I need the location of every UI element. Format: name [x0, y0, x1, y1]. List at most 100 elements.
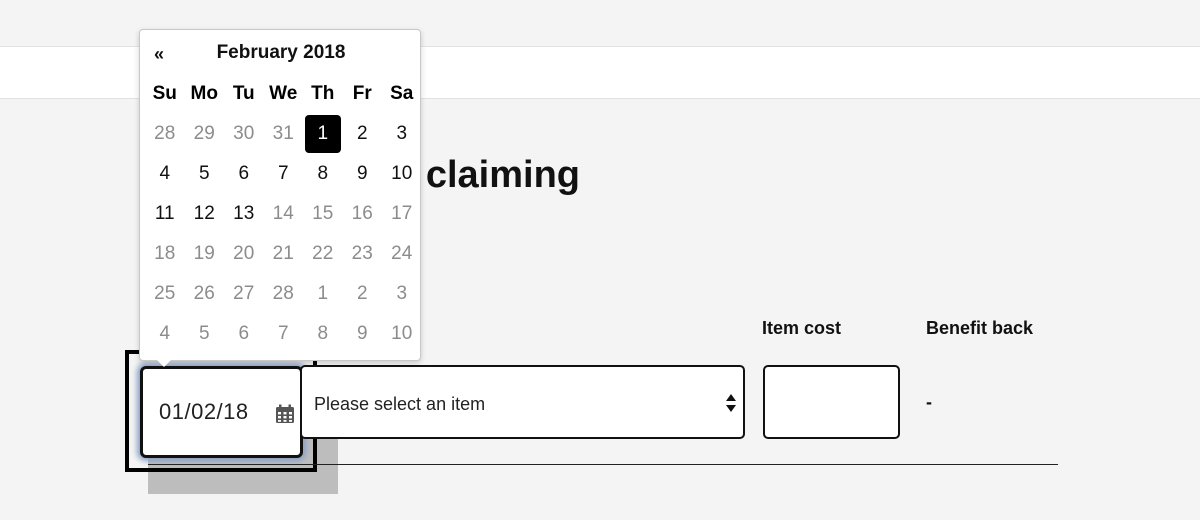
- calendar-day[interactable]: 9: [343, 154, 383, 194]
- calendar-day[interactable]: 7: [264, 314, 304, 354]
- calendar-day[interactable]: 19: [185, 234, 225, 274]
- calendar-day[interactable]: 20: [224, 234, 264, 274]
- calendar-day[interactable]: 13: [224, 194, 264, 234]
- benefit-back-header: Benefit back: [926, 318, 1034, 338]
- calendar-day[interactable]: 2: [343, 274, 383, 314]
- calendar-day-number: 3: [396, 283, 408, 304]
- week-row: 4 5 6 7 8 9 10: [145, 154, 422, 194]
- calendar-day[interactable]: 14: [264, 194, 304, 234]
- calendar-day[interactable]: 7: [264, 154, 304, 194]
- calendar-day[interactable]: 21: [264, 234, 304, 274]
- calendar-day[interactable]: 23: [343, 234, 383, 274]
- calendar-day-number: 8: [317, 163, 329, 184]
- calendar-day-number: 5: [198, 323, 210, 344]
- week-row: 11 12 13 14 15 16 17: [145, 194, 422, 234]
- weekday-label: Su: [152, 83, 177, 104]
- calendar-day-number: 1: [317, 283, 329, 304]
- calendar-day[interactable]: 15: [303, 194, 343, 234]
- calendar-day-number: 4: [159, 163, 171, 184]
- calendar-day-number: 22: [312, 243, 334, 264]
- calendar-day[interactable]: 31: [264, 114, 304, 154]
- weekday-header-row: Su Mo Tu We Th Fr Sa: [145, 74, 422, 114]
- calendar-day-number: 12: [193, 203, 215, 224]
- calendar-day[interactable]: 26: [185, 274, 225, 314]
- calendar-day[interactable]: 28: [264, 274, 304, 314]
- calendar-day[interactable]: 5: [185, 154, 225, 194]
- calendar-day-number: 6: [238, 323, 250, 344]
- calendar-day-number: 16: [351, 203, 373, 224]
- datepicker-pointer: [156, 359, 172, 367]
- date-input[interactable]: 01/02/18: [140, 366, 303, 458]
- calendar-day-number: 31: [272, 123, 294, 144]
- calendar-day-number: 28: [154, 123, 176, 144]
- weekday-label: Th: [311, 83, 335, 104]
- calendar-day[interactable]: 16: [343, 194, 383, 234]
- calendar-day-number: 23: [351, 243, 373, 264]
- calendar-day[interactable]: 5: [185, 314, 225, 354]
- calendar-day-number: 26: [193, 283, 215, 304]
- calendar-day[interactable]: 12: [185, 194, 225, 234]
- calendar-day-number: 20: [233, 243, 255, 264]
- calendar-day[interactable]: 10: [382, 154, 422, 194]
- calendar-day[interactable]: 8: [303, 314, 343, 354]
- calendar-day-number: 19: [193, 243, 215, 264]
- weekday-label: Mo: [190, 83, 218, 104]
- calendar-day[interactable]: 1: [303, 274, 343, 314]
- calendar-day[interactable]: 24: [382, 234, 422, 274]
- calendar-day-number: 27: [233, 283, 255, 304]
- calendar-day-number: 7: [277, 323, 289, 344]
- calendar-day-number: 21: [272, 243, 294, 264]
- calendar-day[interactable]: 29: [185, 114, 225, 154]
- calendar-day[interactable]: 30: [224, 114, 264, 154]
- calendar-day[interactable]: 10: [382, 314, 422, 354]
- calendar-day[interactable]: 18: [145, 234, 185, 274]
- benefit-back-value: -: [926, 392, 932, 412]
- calendar-day-number: 7: [277, 163, 289, 184]
- selected-day[interactable]: 1: [303, 114, 343, 154]
- calendar-day-number: 30: [233, 123, 255, 144]
- weekday-label: We: [269, 83, 298, 104]
- week-row: 4 5 6 7 8 9 10: [145, 314, 422, 354]
- week-row: 28 29 30 31 1 2 3: [145, 114, 422, 154]
- calendar-day-number: 3: [396, 123, 408, 144]
- calendar-day-number: 8: [317, 323, 329, 344]
- item-cost-input[interactable]: [763, 365, 900, 439]
- weekday-label: Tu: [232, 83, 255, 104]
- calendar-day[interactable]: 17: [382, 194, 422, 234]
- calendar-day-number: 11: [154, 203, 175, 224]
- sort-arrows-icon: [725, 391, 737, 415]
- weekday-label: Fr: [352, 83, 372, 104]
- calendar-day-number: 1: [304, 115, 341, 153]
- calendar-day[interactable]: 27: [224, 274, 264, 314]
- calendar-day[interactable]: 25: [145, 274, 185, 314]
- calendar-day[interactable]: 9: [343, 314, 383, 354]
- datepicker-popup: « February 2018 Su Mo Tu We Th Fr Sa 28 29 30 31 1 2…: [139, 29, 422, 367]
- calendar-icon[interactable]: [275, 404, 295, 424]
- calendar-day[interactable]: 2: [343, 114, 383, 154]
- calendar-day-number: 10: [391, 163, 413, 184]
- calendar-day[interactable]: 6: [224, 154, 264, 194]
- item-select-value: Please select an item: [314, 394, 486, 414]
- calendar-day-number: 18: [154, 243, 176, 264]
- calendar-day[interactable]: 28: [145, 114, 185, 154]
- calendar-day-number: 9: [356, 323, 368, 344]
- calendar-day-number: 6: [238, 163, 250, 184]
- calendar-day[interactable]: 3: [382, 274, 422, 314]
- datepicker-month-title: February 2018: [216, 42, 346, 63]
- calendar-day[interactable]: 4: [145, 314, 185, 354]
- item-select[interactable]: Please select an item: [300, 365, 745, 439]
- calendar-day[interactable]: 6: [224, 314, 264, 354]
- datepicker-grid: Su Mo Tu We Th Fr Sa 28 29 30 31 1 2 3 4 5 6 7 8 9 10 11 12 13 1…: [145, 74, 422, 354]
- calendar-day[interactable]: 4: [145, 154, 185, 194]
- calendar-day-number: 10: [391, 323, 413, 344]
- calendar-day-number: 5: [198, 163, 210, 184]
- calendar-day-number: 25: [154, 283, 176, 304]
- calendar-day[interactable]: 8: [303, 154, 343, 194]
- calendar-day-number: 2: [356, 123, 368, 144]
- calendar-day-number: 9: [356, 163, 368, 184]
- row-divider: [148, 464, 1058, 465]
- calendar-day[interactable]: 22: [303, 234, 343, 274]
- calendar-day-number: 24: [391, 243, 413, 264]
- calendar-day[interactable]: 11: [145, 194, 185, 234]
- calendar-day[interactable]: 3: [382, 114, 422, 154]
